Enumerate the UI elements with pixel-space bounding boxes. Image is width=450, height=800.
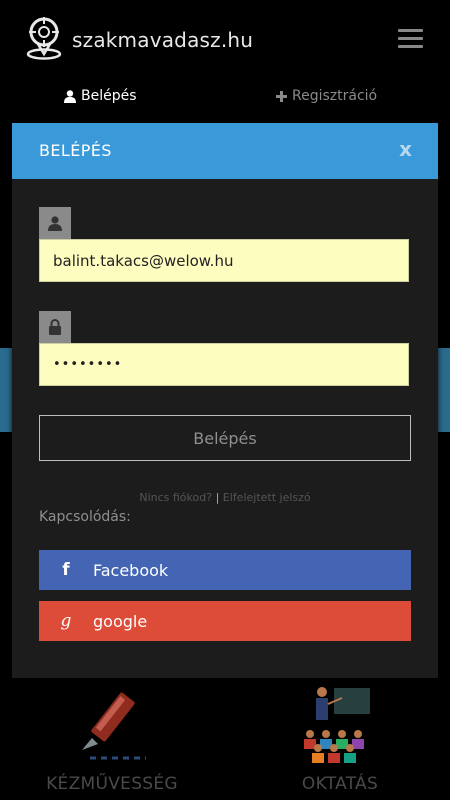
lock-icon — [49, 319, 61, 335]
google-label: google — [93, 611, 148, 631]
password-field-icon-box — [39, 311, 71, 343]
craft-knife-icon — [82, 692, 146, 760]
google-login-button[interactable]: g google — [39, 601, 411, 641]
no-account-link[interactable]: Nincs fiókod? — [139, 491, 212, 504]
facebook-login-button[interactable]: f Facebook — [39, 550, 411, 590]
google-icon: g — [60, 611, 72, 631]
modal-header: BELÉPÉS x — [12, 123, 438, 179]
location-pin-crosshair-icon[interactable] — [24, 16, 64, 60]
email-field[interactable]: balint.takacs@welow.hu — [39, 239, 409, 282]
category-label: KÉZMŰVESSÉG — [46, 774, 178, 794]
tab-login[interactable]: Belépés — [64, 88, 137, 104]
facebook-label: Facebook — [93, 560, 169, 580]
facebook-icon: f — [62, 560, 70, 580]
tab-register-label: Regisztráció — [292, 88, 378, 104]
auth-tabs: Belépés Regisztráció — [0, 80, 450, 120]
top-header: szakmavadasz.hu — [0, 0, 450, 78]
classroom-teacher-icon — [304, 687, 370, 763]
site-logo-text[interactable]: szakmavadasz.hu — [72, 28, 253, 52]
user-icon — [48, 215, 62, 231]
password-field[interactable]: •••••••• — [39, 343, 409, 386]
login-button[interactable]: Belépés — [39, 415, 411, 461]
link-separator: | — [215, 491, 220, 504]
tab-login-label: Belépés — [81, 88, 137, 104]
connect-label: Kapcsolódás: — [39, 509, 131, 525]
hamburger-menu-icon[interactable] — [398, 29, 423, 49]
modal-title: BELÉPÉS — [39, 141, 112, 160]
account-links: Nincs fiókod? | Elfelejtett jelszó — [12, 491, 438, 504]
plus-icon — [276, 90, 287, 102]
category-oktatas[interactable]: OKTATÁS — [240, 682, 440, 800]
login-modal: BELÉPÉS x balint.takacs@welow.hu •••••••… — [12, 123, 438, 678]
close-icon[interactable]: x — [399, 137, 412, 161]
category-kezmuvesseg[interactable]: KÉZMŰVESSÉG — [12, 682, 212, 800]
user-icon — [64, 89, 76, 103]
email-field-icon-box — [39, 207, 71, 239]
forgot-password-link[interactable]: Elfelejtett jelszó — [223, 491, 311, 504]
category-label: OKTATÁS — [301, 774, 379, 794]
tab-register[interactable]: Regisztráció — [276, 88, 377, 104]
